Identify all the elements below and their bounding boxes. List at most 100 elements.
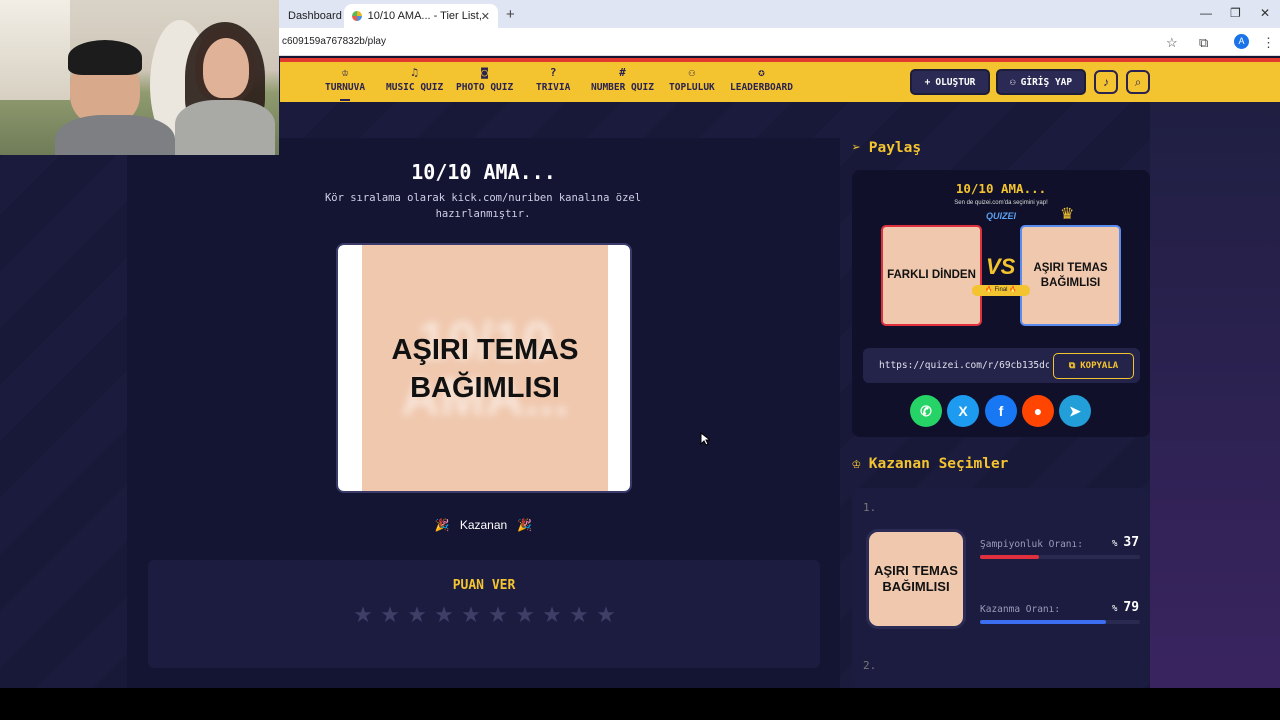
user-icon: ⚇ bbox=[1009, 76, 1016, 88]
telegram-share-button[interactable]: ➤ bbox=[1059, 395, 1091, 427]
search-button[interactable]: ⌕ bbox=[1126, 70, 1150, 94]
nav-item-leaderboard[interactable]: ✪ LEADERBOARD bbox=[730, 66, 793, 93]
nav-item-turnuva[interactable]: ♔ TURNUVA bbox=[325, 66, 365, 93]
rating-star-icon[interactable]: ★ bbox=[406, 602, 428, 628]
winner-rank-2: 2. bbox=[863, 659, 877, 672]
winner-card-line2: BAĞIMLISI bbox=[410, 372, 560, 404]
rating-star-icon[interactable]: ★ bbox=[568, 602, 590, 628]
percent-sign: % bbox=[1112, 539, 1118, 549]
webcam-overlay bbox=[0, 0, 279, 155]
rating-star-icon[interactable]: ★ bbox=[514, 602, 536, 628]
menu-kebab-icon[interactable]: ⋮ bbox=[1262, 35, 1275, 51]
percent-sign: % bbox=[1112, 604, 1118, 614]
rating-star-icon[interactable]: ★ bbox=[595, 602, 617, 628]
reddit-icon: ● bbox=[1033, 403, 1043, 419]
win-rate-fill bbox=[980, 620, 1107, 624]
winner-card-line1: AŞIRI TEMAS bbox=[391, 334, 579, 366]
win-rate-bar bbox=[980, 620, 1140, 624]
hash-icon: # bbox=[619, 66, 626, 79]
winner-label-row: 🎉 Kazanan 🎉 bbox=[127, 518, 840, 532]
nav-label: PHOTO QUIZ bbox=[456, 82, 514, 93]
tab-label: 10/10 AMA... - Tier List, Kör Sıra bbox=[367, 10, 481, 22]
mouse-cursor-icon bbox=[700, 432, 710, 446]
copy-label: KOPYALA bbox=[1080, 361, 1119, 371]
browser-tab-dashboard[interactable]: Dashboard ✕ bbox=[280, 4, 357, 28]
x-share-button[interactable]: X bbox=[947, 395, 979, 427]
whatsapp-share-button[interactable]: ✆ bbox=[910, 395, 942, 427]
winner-rank-1: 1. bbox=[863, 501, 877, 514]
winner-item-card[interactable]: AŞIRI TEMAS BAĞIMLISI bbox=[866, 529, 966, 629]
copy-button[interactable]: ⧉ KOPYALA bbox=[1053, 353, 1134, 379]
win-number: 79 bbox=[1123, 600, 1140, 615]
rating-star-icon[interactable]: ★ bbox=[487, 602, 509, 628]
tab-close-icon[interactable]: ✕ bbox=[481, 10, 490, 23]
webcam-person-left-body bbox=[55, 115, 175, 155]
championship-rate-value: % 37 bbox=[1112, 535, 1139, 550]
right-option-line1: AŞIRI TEMAS bbox=[1033, 261, 1108, 274]
championship-rate-label: Şampiyonluk Oranı: bbox=[980, 539, 1083, 550]
reddit-share-button[interactable]: ● bbox=[1022, 395, 1054, 427]
minimize-icon[interactable]: — bbox=[1200, 6, 1212, 20]
final-badge: 🔥 Final 🔥 bbox=[972, 285, 1030, 296]
nav-item-photo-quiz[interactable]: ◙ PHOTO QUIZ bbox=[456, 66, 513, 93]
winners-heading: ♔ Kazanan Seçimler bbox=[852, 456, 1008, 472]
winner-label: Kazanan bbox=[459, 518, 508, 532]
championship-rate-bar bbox=[980, 555, 1140, 559]
championship-rate-fill bbox=[980, 555, 1040, 559]
winner-card[interactable]: 10/10 AMA... AŞIRI TEMAS BAĞIMLISI bbox=[336, 243, 632, 493]
winner-card-text: AŞIRI TEMAS BAĞIMLISI bbox=[392, 331, 579, 407]
create-button[interactable]: + OLUŞTUR bbox=[910, 69, 990, 95]
share-heading-label: Paylaş bbox=[868, 140, 922, 156]
profile-avatar[interactable]: A bbox=[1234, 34, 1249, 49]
restore-icon[interactable]: ❐ bbox=[1230, 6, 1241, 20]
facebook-icon: f bbox=[998, 403, 1004, 419]
nav-label: LEADERBOARD bbox=[730, 82, 793, 93]
bell-icon: ♪ bbox=[1103, 75, 1109, 89]
nav-item-music-quiz[interactable]: ♫ MUSIC QUIZ bbox=[386, 66, 443, 93]
share-preview-title: 10/10 AMA... bbox=[955, 181, 1047, 196]
whatsapp-icon: ✆ bbox=[920, 402, 932, 419]
nav-item-topluluk[interactable]: ⚇ TOPLULUK bbox=[669, 66, 715, 93]
close-window-icon[interactable]: ✕ bbox=[1260, 6, 1270, 20]
nav-item-number-quiz[interactable]: # NUMBER QUIZ bbox=[591, 66, 654, 93]
tab-label: Dashboard bbox=[288, 10, 342, 22]
quizei-logo: QUIZEI bbox=[986, 211, 1017, 221]
win-rate-value: % 79 bbox=[1112, 600, 1139, 615]
party-icon: 🎉 bbox=[434, 518, 450, 532]
bookmark-star-icon[interactable]: ☆ bbox=[1166, 35, 1178, 51]
trophy-icon: ♔ bbox=[341, 66, 349, 79]
nav-item-trivia[interactable]: ? TRIVIA bbox=[536, 66, 570, 93]
x-icon: X bbox=[958, 403, 968, 419]
webcam-person-left-hair bbox=[68, 40, 142, 75]
rating-star-icon[interactable]: ★ bbox=[460, 602, 482, 628]
rating-title: PUAN VER bbox=[452, 578, 516, 593]
nav-label: NUMBER QUIZ bbox=[591, 82, 654, 93]
rating-star-icon[interactable]: ★ bbox=[541, 602, 563, 628]
rating-star-icon[interactable]: ★ bbox=[352, 602, 374, 628]
screen: Dashboard ✕ 10/10 AMA... - Tier List, Kö… bbox=[0, 0, 1280, 688]
telegram-icon: ➤ bbox=[1069, 402, 1081, 419]
notifications-button[interactable]: ♪ bbox=[1094, 70, 1118, 94]
nav-label: TURNUVA bbox=[325, 82, 366, 93]
nav-active-indicator bbox=[340, 99, 350, 101]
winner-item-line2: BAĞIMLISI bbox=[882, 579, 950, 594]
facebook-share-button[interactable]: f bbox=[985, 395, 1017, 427]
question-icon: ? bbox=[549, 66, 557, 79]
nav-label: TOPLULUK bbox=[669, 82, 715, 93]
share-preview-subtitle: Sen de quizei.com'da seçimini yap! bbox=[954, 200, 1048, 206]
webcam-window-light bbox=[0, 0, 70, 100]
new-tab-icon[interactable]: + bbox=[506, 6, 515, 23]
favicon-icon bbox=[352, 11, 362, 21]
rating-star-icon[interactable]: ★ bbox=[433, 602, 455, 628]
rating-star-icon[interactable]: ★ bbox=[379, 602, 401, 628]
url-field[interactable]: c609159a767832b/play bbox=[282, 36, 386, 47]
send-icon: ➢ bbox=[852, 140, 861, 156]
extensions-icon[interactable]: ⧉ bbox=[1199, 35, 1208, 51]
browser-tab-quiz[interactable]: 10/10 AMA... - Tier List, Kör Sıra ✕ bbox=[344, 4, 498, 28]
letterbox-bottom bbox=[0, 688, 1280, 720]
win-rate-label: Kazanma Oranı: bbox=[980, 604, 1061, 615]
login-button[interactable]: ⚇ GİRİŞ YAP bbox=[996, 69, 1086, 95]
share-link-field[interactable]: https://quizei.com/r/69cb135dc bbox=[879, 360, 1049, 371]
camera-icon: ◙ bbox=[481, 66, 488, 79]
music-icon: ♫ bbox=[411, 66, 418, 79]
